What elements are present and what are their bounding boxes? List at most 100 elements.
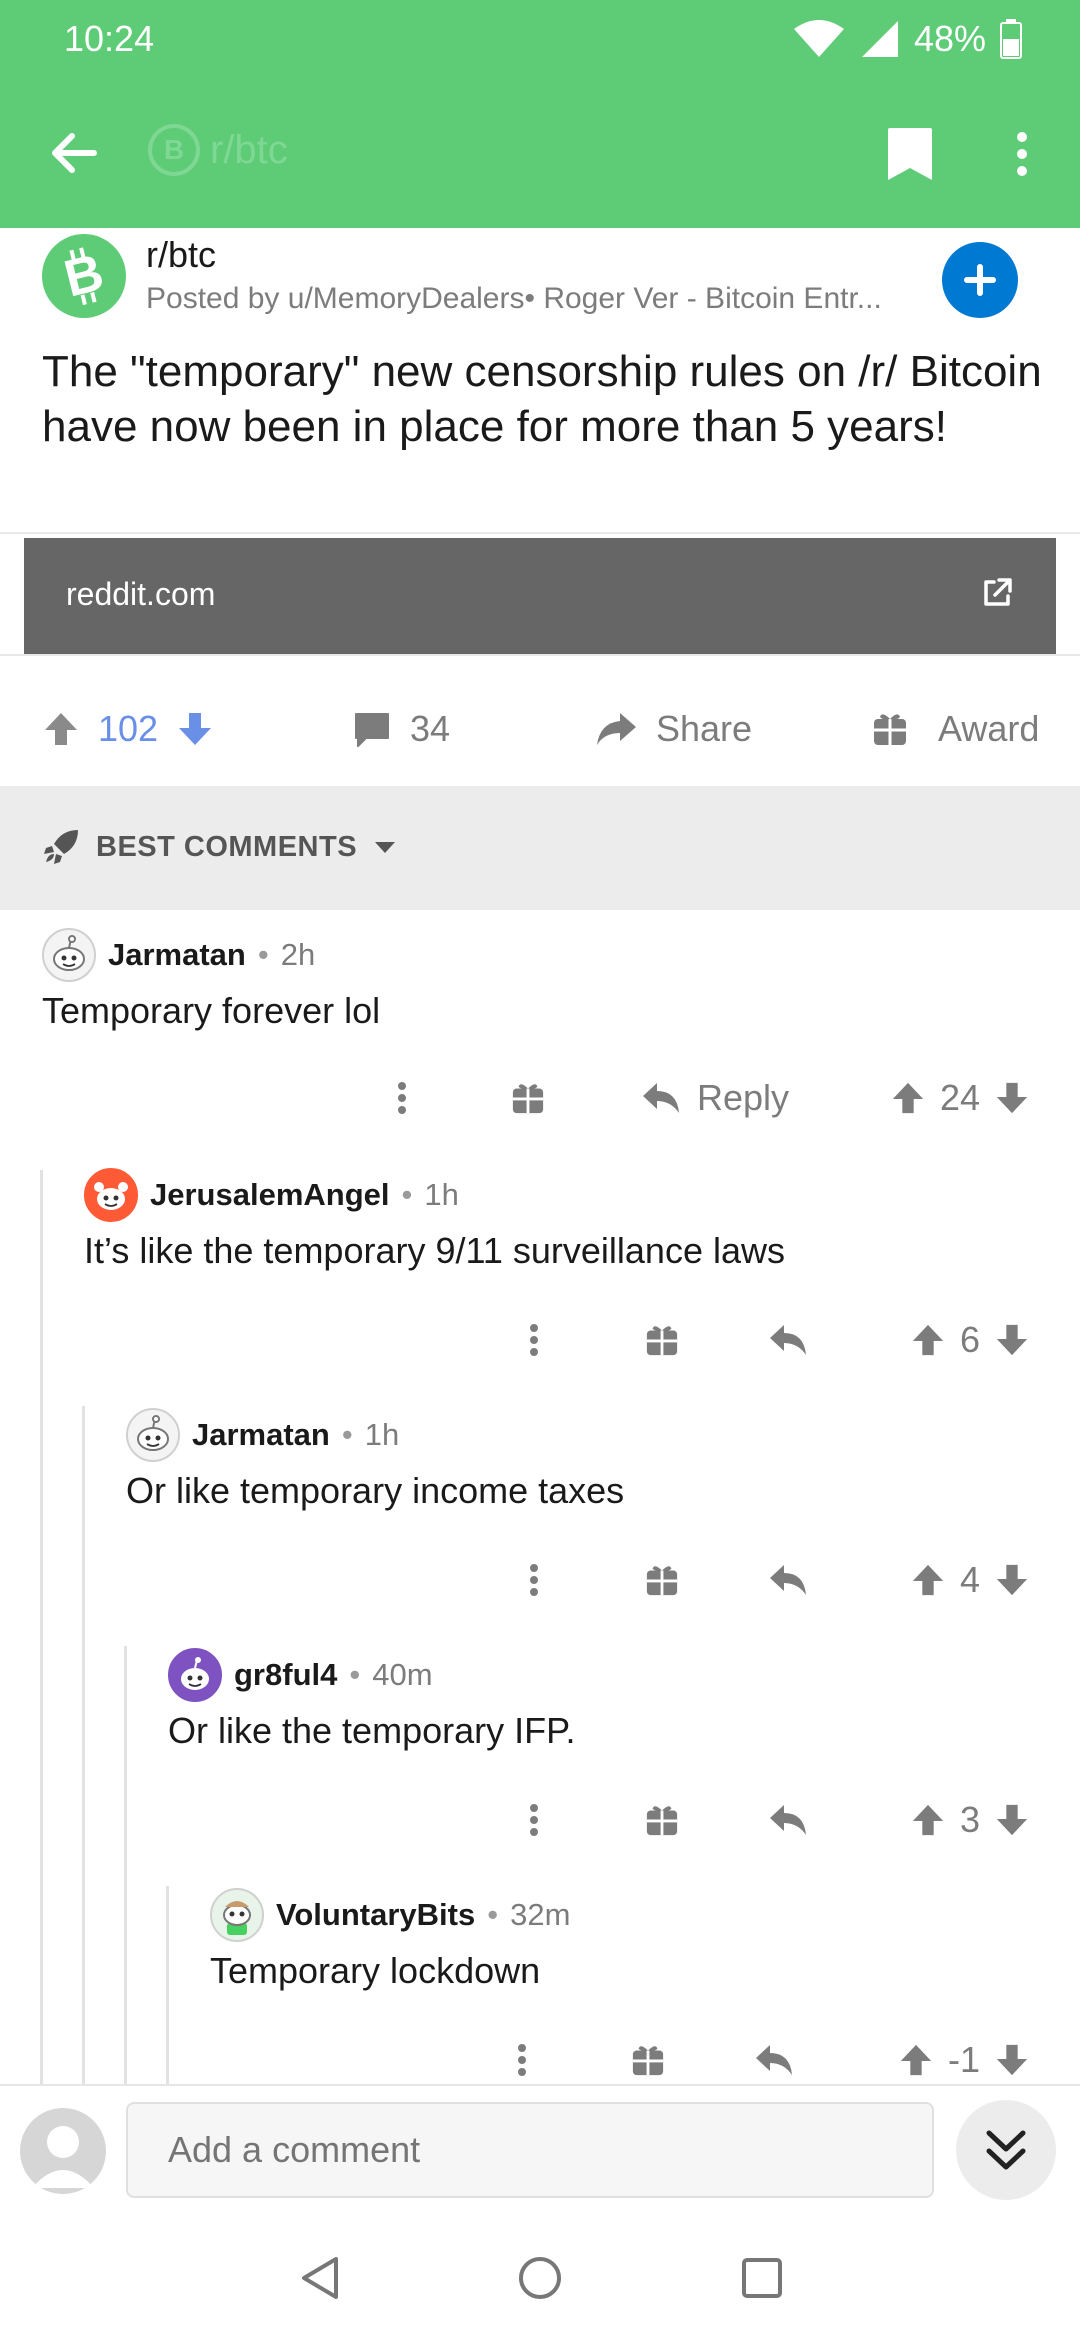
- collapsed-subreddit-title: B r/btc: [148, 124, 288, 176]
- nav-back-button[interactable]: [290, 2248, 350, 2308]
- comment-author[interactable]: gr8ful4: [234, 1657, 337, 1693]
- comment-award-button[interactable]: [620, 2030, 676, 2090]
- reply-button[interactable]: Reply: [630, 1068, 800, 1128]
- downvote-icon[interactable]: [994, 1080, 1030, 1116]
- downvote-icon[interactable]: [994, 1562, 1030, 1598]
- bitcoin-logo-icon: B: [59, 246, 109, 306]
- back-button[interactable]: [40, 120, 106, 186]
- share-button[interactable]: Share: [594, 708, 752, 750]
- more-options-button[interactable]: [1000, 120, 1044, 188]
- comment-award-button[interactable]: [634, 1550, 690, 1610]
- comment-input[interactable]: [126, 2102, 934, 2198]
- battery-icon: [1000, 19, 1022, 59]
- comment-actions: 4: [0, 1550, 1080, 1610]
- upvote-icon[interactable]: [898, 2042, 934, 2078]
- comment-age: 2h: [280, 937, 316, 972]
- comment-award-button[interactable]: [500, 1068, 556, 1128]
- comment-header: VoluntaryBits • 32m: [210, 1888, 570, 1942]
- comment-age: 1h: [424, 1177, 459, 1212]
- comments-count: 34: [410, 708, 451, 749]
- upvote-icon[interactable]: [890, 1080, 926, 1116]
- comment-score: 3: [959, 1799, 981, 1840]
- downvote-icon[interactable]: [994, 2042, 1030, 2078]
- nav-recents-button[interactable]: [732, 2248, 792, 2308]
- link-card[interactable]: reddit.com: [24, 538, 1056, 654]
- snoo-avatar-icon: [137, 1415, 169, 1451]
- comment-author[interactable]: JerusalemAngel: [150, 1177, 390, 1213]
- snoo-avatar-icon: [181, 1657, 209, 1690]
- comment-more-button[interactable]: [496, 2030, 548, 2090]
- award-icon: [874, 714, 906, 745]
- downvote-icon[interactable]: [994, 1802, 1030, 1838]
- reply-icon: [756, 2045, 792, 2075]
- comment-more-button[interactable]: [376, 1068, 428, 1128]
- comment-more-button[interactable]: [508, 1310, 560, 1370]
- more-vertical-icon: [530, 1564, 538, 1596]
- comment-author[interactable]: Jarmatan: [192, 1417, 330, 1453]
- avatar[interactable]: [84, 1168, 138, 1222]
- snoo-avatar-icon: [53, 935, 85, 971]
- post-action-bar: 102 34 Share Award: [0, 690, 1080, 772]
- upvote-icon[interactable]: [910, 1802, 946, 1838]
- post-title: The "temporary" new censorship rules on …: [42, 347, 1042, 451]
- award-button[interactable]: Award: [872, 708, 1039, 750]
- save-post-button[interactable]: [884, 124, 936, 184]
- upvote-icon[interactable]: [910, 1562, 946, 1598]
- reply-button[interactable]: [760, 1310, 816, 1370]
- avatar[interactable]: [126, 1408, 180, 1462]
- more-vertical-icon: [530, 1324, 538, 1356]
- comment-actions: -1: [0, 2030, 1080, 2090]
- comment-author[interactable]: Jarmatan: [108, 937, 246, 973]
- comment-item: Jarmatan • 1h Or like temporary income t…: [0, 1408, 1080, 1608]
- battery-percent: 48%: [913, 18, 986, 59]
- reply-button[interactable]: [746, 2030, 802, 2090]
- award-icon: [646, 1806, 678, 1836]
- share-label: Share: [656, 708, 753, 749]
- downvote-icon[interactable]: [994, 1322, 1030, 1358]
- avatar[interactable]: [210, 1888, 264, 1942]
- reply-icon: [642, 1083, 679, 1113]
- wifi-icon: [793, 20, 844, 57]
- avatar[interactable]: [168, 1648, 222, 1702]
- comment-vote-group: 4: [890, 1550, 1050, 1610]
- meta-separator: •: [401, 1177, 413, 1212]
- reply-icon: [770, 1805, 806, 1835]
- avatar[interactable]: [42, 928, 96, 982]
- more-vertical-icon: [398, 1082, 406, 1114]
- next-comment-button[interactable]: [956, 2100, 1056, 2200]
- subreddit-avatar[interactable]: B: [42, 234, 126, 318]
- comment-header: Jarmatan • 2h: [42, 928, 315, 982]
- subreddit-name[interactable]: r/btc: [146, 234, 216, 276]
- comment-actions: 3: [0, 1790, 1080, 1850]
- comment-vote-group: 6: [890, 1310, 1050, 1370]
- back-arrow-icon: [52, 133, 97, 173]
- comment-award-button[interactable]: [634, 1790, 690, 1850]
- post-author-line[interactable]: Posted by u/MemoryDealers• Roger Ver - B…: [146, 282, 926, 316]
- comment-author[interactable]: VoluntaryBits: [276, 1897, 475, 1933]
- comments-button[interactable]: 34: [352, 708, 450, 750]
- double-chevron-down-icon: [986, 2130, 1026, 2170]
- comment-body: Or like temporary income taxes: [126, 1470, 625, 1511]
- comment-more-button[interactable]: [508, 1550, 560, 1610]
- meta-separator: •: [349, 1657, 361, 1692]
- comment-award-button[interactable]: [634, 1310, 690, 1370]
- join-subreddit-button[interactable]: [942, 242, 1018, 318]
- comment-more-button[interactable]: [508, 1790, 560, 1850]
- upvote-icon[interactable]: [910, 1322, 946, 1358]
- reply-button[interactable]: [760, 1550, 816, 1610]
- comment-header: JerusalemAngel • 1h: [84, 1168, 459, 1222]
- reply-button[interactable]: [760, 1790, 816, 1850]
- comment-age: 40m: [372, 1657, 433, 1692]
- award-icon: [512, 1084, 544, 1114]
- signal-icon: [861, 21, 898, 57]
- upvote-icon[interactable]: [42, 710, 80, 748]
- nav-home-button[interactable]: [510, 2248, 570, 2308]
- link-domain: reddit.com: [66, 576, 216, 612]
- award-icon: [646, 1566, 678, 1596]
- plus-icon: [964, 264, 996, 296]
- avatar[interactable]: [20, 2108, 106, 2194]
- comment-score: -1: [947, 2039, 980, 2080]
- comment-sort-selector[interactable]: BEST COMMENTS: [42, 828, 397, 866]
- bitcoin-logo-icon: B: [148, 124, 200, 176]
- downvote-icon[interactable]: [176, 710, 214, 748]
